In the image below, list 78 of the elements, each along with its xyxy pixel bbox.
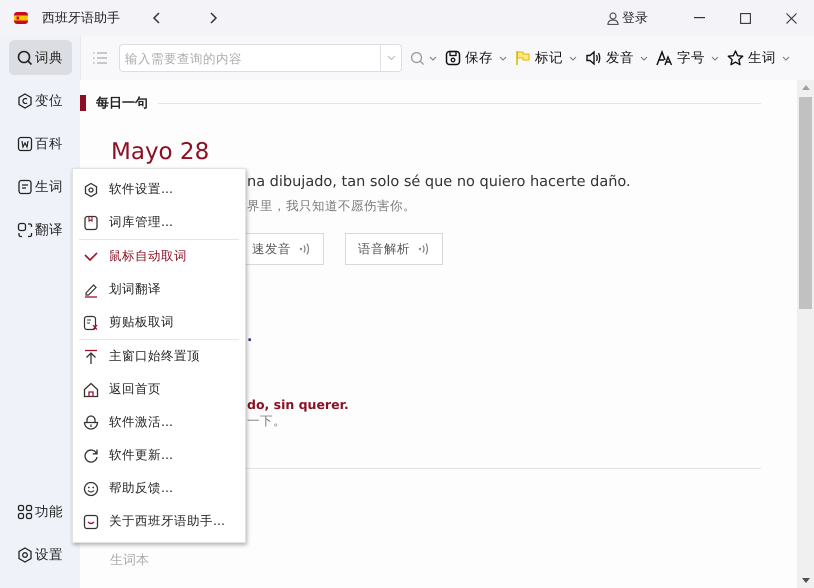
sound-wave-icon: [418, 242, 430, 256]
text-fragment: .: [247, 329, 254, 345]
chinese-text-fragment: 一下。: [247, 413, 287, 430]
menu-item[interactable]: 关于西班牙语助手...: [73, 505, 245, 538]
window-title: 西班牙语助手: [42, 10, 120, 27]
menu-item[interactable]: 剪贴板取词: [73, 306, 245, 339]
toolbar-button[interactable]: 发音: [585, 44, 634, 72]
section-marker: [80, 95, 86, 111]
search-field[interactable]: 输入需要查询的内容: [119, 44, 381, 72]
caret-icon[interactable]: [569, 56, 577, 60]
pin-top-icon: [83, 348, 99, 364]
caret-icon[interactable]: [782, 56, 790, 60]
home-icon: [83, 382, 99, 398]
font-size-icon: [656, 50, 673, 66]
letter-w-icon: [17, 136, 33, 152]
spanish-text-fragment: do, sin querer.: [247, 397, 350, 412]
hexagon-c-icon: [17, 92, 33, 108]
sidebar-item[interactable]: 百科: [8, 126, 72, 161]
clipboard-icon: [83, 314, 99, 330]
minimize-icon: [694, 17, 704, 19]
section-title: 生词本: [110, 552, 150, 569]
sound-wave-icon: [299, 242, 311, 256]
spanish-sentence: na dibujado, tan solo sé que no quiero hacerte daño.: [247, 174, 632, 190]
book-icon: [83, 214, 99, 230]
save-icon: [445, 50, 461, 66]
caret-icon: [429, 56, 437, 60]
spain-flag-icon: [13, 10, 29, 26]
menu-item[interactable]: 返回首页: [73, 373, 245, 406]
menu-item[interactable]: 软件激活...: [73, 406, 245, 439]
star-icon: [727, 50, 744, 66]
search-icon: [410, 50, 425, 66]
scrollbar[interactable]: [797, 80, 814, 588]
flag-icon: [515, 50, 531, 66]
search-icon: [17, 50, 33, 66]
settings-icon: [17, 546, 33, 562]
pen-icon: [83, 282, 99, 298]
menu-item[interactable]: 软件设置...: [73, 173, 245, 206]
translate-icon: [17, 222, 33, 238]
sidebar-item[interactable]: 词典: [8, 40, 72, 75]
caret-icon[interactable]: [640, 56, 648, 60]
smiley-icon: [83, 480, 99, 496]
menu-item[interactable]: 主窗口始终置顶: [73, 340, 245, 373]
chevron-left-icon: [152, 11, 162, 25]
sidebar-item[interactable]: 变位: [8, 83, 72, 118]
toolbar-button[interactable]: 字号: [656, 44, 705, 72]
app-info-icon: [83, 514, 99, 530]
chevron-right-icon: [208, 11, 218, 25]
date-heading: Mayo 28: [111, 139, 210, 165]
scroll-down-icon: [802, 578, 810, 583]
grid-icon: [17, 504, 33, 520]
note-icon: [17, 178, 33, 194]
section-title: 每日一句: [96, 95, 148, 112]
maximize-icon: [740, 12, 750, 24]
scroll-up-icon: [802, 85, 810, 90]
lock-icon: [83, 414, 99, 430]
list-icon[interactable]: [92, 51, 108, 65]
sidebar-item[interactable]: 生词: [8, 169, 72, 204]
refresh-icon: [83, 448, 99, 464]
scrollbar-thumb[interactable]: [799, 97, 812, 309]
close-icon: [786, 12, 796, 24]
speaker-icon: [585, 50, 602, 66]
menu-item[interactable]: 软件更新...: [73, 439, 245, 472]
audio-button[interactable]: 语音解析: [345, 233, 443, 265]
menu-item[interactable]: 划词翻译: [73, 273, 245, 306]
settings-icon: [83, 182, 99, 198]
toolbar-button[interactable]: 保存: [445, 44, 493, 72]
sidebar-item[interactable]: 设置: [8, 537, 72, 572]
user-icon: [607, 12, 619, 24]
caret-icon[interactable]: [499, 56, 507, 60]
menu-item[interactable]: 帮助反馈...: [73, 472, 245, 505]
toolbar-button[interactable]: 生词: [727, 44, 776, 72]
sidebar-item[interactable]: 功能: [8, 494, 72, 529]
sidebar-item[interactable]: 翻译: [8, 212, 72, 247]
caret-icon[interactable]: [711, 56, 719, 60]
chinese-translation: 界里，我只知道不愿伤害你。: [247, 198, 417, 215]
toolbar-button[interactable]: 标记: [515, 44, 563, 72]
chevron-down-icon: [386, 55, 396, 61]
login-button[interactable]: 登录: [607, 5, 648, 31]
